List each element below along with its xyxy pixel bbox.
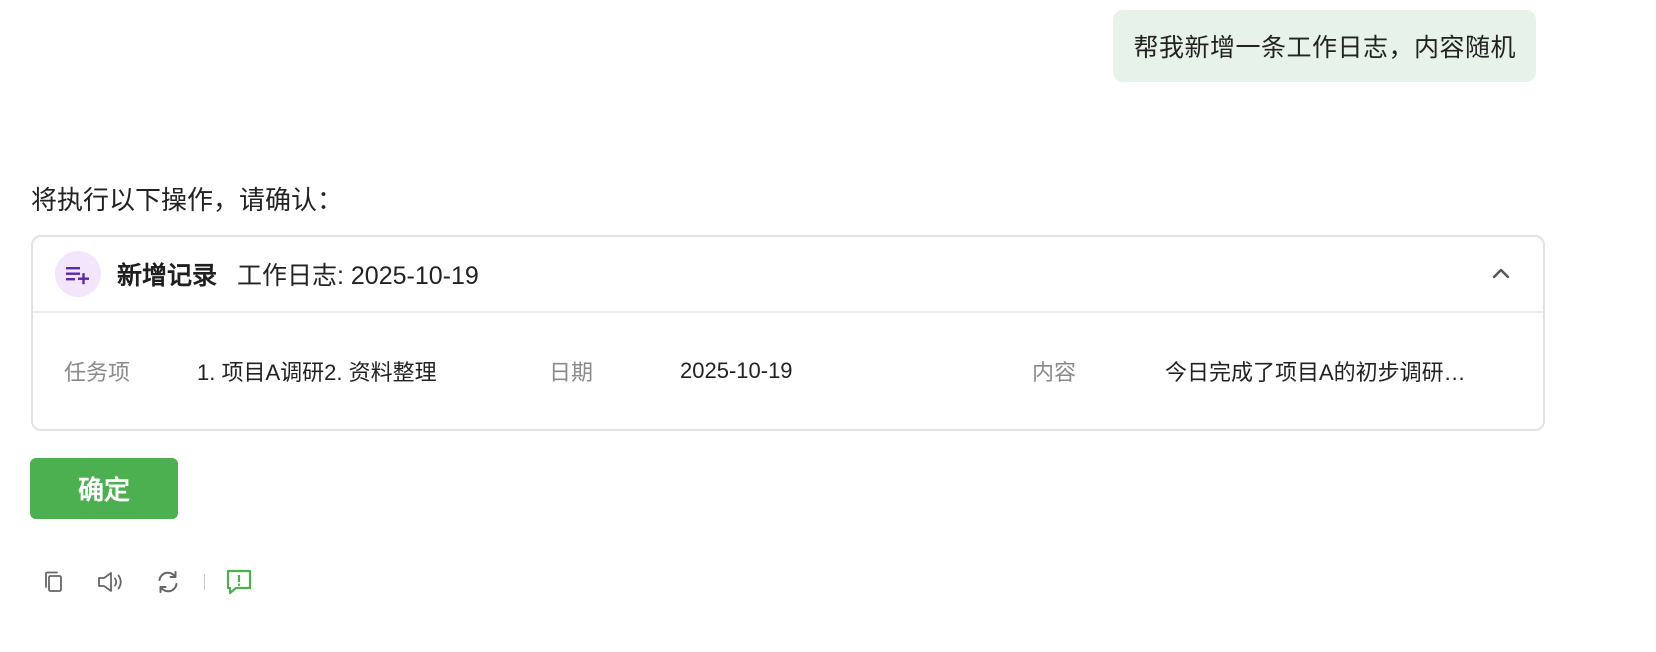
read-aloud-button[interactable] (95, 566, 127, 598)
field-value-content: 今日完成了项目A的初步调研… (1165, 360, 1466, 385)
copy-icon (45, 571, 62, 592)
operation-confirm-card: 新增记录 工作日志: 2025-10-19 任务项 1. 项目A调研2. 资料整… (31, 235, 1545, 431)
collapse-button[interactable] (1481, 254, 1521, 294)
assistant-intro-text: 将执行以下操作，请确认： (31, 185, 344, 215)
message-toolbar (38, 566, 255, 598)
operation-title: 新增记录 (117, 262, 218, 290)
add-list-icon (55, 251, 101, 297)
feedback-icon (226, 569, 252, 595)
field-label-tasks: 任务项 (64, 360, 131, 385)
card-fields: 任务项 1. 项目A调研2. 资料整理 日期 2025-10-19 内容 今日完… (33, 313, 1543, 429)
field-value-tasks: 1. 项目A调研2. 资料整理 (197, 360, 437, 385)
chat-page: 帮我新增一条工作日志，内容随机 将执行以下操作，请确认： 新增记录 工作日志: … (0, 0, 1656, 652)
user-message-text: 帮我新增一条工作日志，内容随机 (1133, 34, 1516, 62)
user-message-bubble: 帮我新增一条工作日志，内容随机 (1113, 10, 1536, 82)
refresh-icon (158, 571, 178, 593)
operation-target: 工作日志: 2025-10-19 (237, 262, 479, 290)
speaker-icon (98, 572, 122, 592)
confirm-button[interactable]: 确定 (30, 458, 178, 519)
regenerate-button[interactable] (152, 566, 184, 598)
feedback-button[interactable] (223, 566, 255, 598)
toolbar-divider (204, 574, 205, 590)
card-header[interactable]: 新增记录 工作日志: 2025-10-19 (33, 237, 1543, 313)
field-label-content: 内容 (1032, 360, 1077, 385)
field-label-date: 日期 (549, 360, 594, 385)
chevron-up-icon (1492, 268, 1510, 279)
field-value-date: 2025-10-19 (680, 358, 793, 383)
copy-button[interactable] (38, 566, 70, 598)
